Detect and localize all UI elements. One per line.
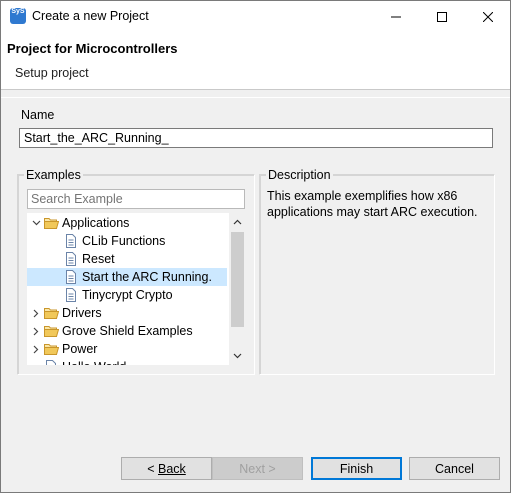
scroll-down-button[interactable] [229, 349, 245, 363]
tree-item-label: Power [62, 342, 98, 356]
wizard-title: Project for Microcontrollers [7, 41, 178, 56]
button-bar: < Back Next > Finish Cancel [1, 442, 510, 492]
wizard-content: Name Examples Applications CLib Functions… [1, 97, 510, 442]
tree-item-label: Grove Shield Examples [62, 324, 193, 338]
chevron-down-icon [233, 353, 241, 359]
file-icon [43, 359, 59, 365]
title-bar: SyS Create a new Project [1, 1, 510, 32]
examples-tree[interactable]: Applications CLib Functions Reset Start the… [27, 213, 245, 365]
chevron-right-icon[interactable] [29, 340, 43, 358]
tree-file-item[interactable]: Hello World [27, 358, 227, 365]
maximize-icon [437, 11, 447, 22]
search-example-input[interactable] [27, 189, 245, 209]
tree-file-item[interactable]: Tinycrypt Crypto [27, 286, 227, 304]
tree-folder-item[interactable]: Applications [27, 214, 227, 232]
tree-item-label: Applications [62, 216, 130, 230]
wizard-subtitle: Setup project [15, 66, 89, 80]
scroll-up-button[interactable] [229, 215, 245, 229]
maximize-button[interactable] [419, 1, 465, 32]
description-text: This example exemplifies how x86 applica… [267, 189, 478, 219]
examples-group: Examples Applications CLib Functions Reset… [17, 168, 255, 375]
tree-item-label: Start the ARC Running. [82, 270, 212, 284]
tree-item-label: CLib Functions [82, 234, 166, 248]
finish-button[interactable]: Finish [311, 457, 402, 480]
file-icon [63, 269, 79, 285]
chevron-right-icon[interactable] [29, 304, 43, 322]
back-button-label: Back [157, 461, 186, 476]
wizard-banner: Project for Microcontrollers Setup proje… [1, 32, 510, 90]
app-icon: SyS [10, 8, 26, 24]
tree-item-label: Reset [82, 252, 115, 266]
back-button[interactable]: < Back [121, 457, 212, 480]
description-label: Description [266, 168, 333, 182]
cancel-button[interactable]: Cancel [409, 457, 500, 480]
project-name-input[interactable] [19, 128, 493, 148]
file-icon [63, 287, 79, 303]
file-icon [63, 233, 79, 249]
tree-folder-item[interactable]: Drivers [27, 304, 227, 322]
tree-scrollbar[interactable] [229, 213, 245, 365]
tree-folder-item[interactable]: Power [27, 340, 227, 358]
name-label: Name [21, 108, 55, 122]
new-project-dialog: SyS Create a new Project Project for Mic… [0, 0, 511, 493]
tree-item-label: Drivers [62, 306, 102, 320]
tree-item-label: Tinycrypt Crypto [82, 288, 173, 302]
folder-icon [43, 215, 59, 231]
file-icon [63, 251, 79, 267]
chevron-down-icon[interactable] [29, 214, 43, 232]
tree-file-item[interactable]: Reset [27, 250, 227, 268]
folder-icon [43, 341, 59, 357]
scroll-thumb[interactable] [231, 232, 244, 327]
chevron-up-icon [233, 219, 241, 225]
tree-file-item[interactable]: Start the ARC Running. [27, 268, 227, 286]
minimize-button[interactable] [373, 1, 419, 32]
app-icon-label: SyS [11, 8, 25, 15]
window-title: Create a new Project [32, 9, 149, 23]
chevron-right-icon[interactable] [29, 322, 43, 340]
close-icon [483, 11, 493, 22]
examples-label: Examples [24, 168, 83, 182]
minimize-icon [391, 16, 401, 17]
tree-folder-item[interactable]: Grove Shield Examples [27, 322, 227, 340]
tree-item-label: Hello World [62, 360, 126, 365]
folder-icon [43, 305, 59, 321]
tree-file-item[interactable]: CLib Functions [27, 232, 227, 250]
next-button[interactable]: Next > [212, 457, 303, 480]
description-group: Description This example exemplifies how… [259, 168, 495, 375]
folder-icon [43, 323, 59, 339]
close-button[interactable] [465, 1, 511, 32]
